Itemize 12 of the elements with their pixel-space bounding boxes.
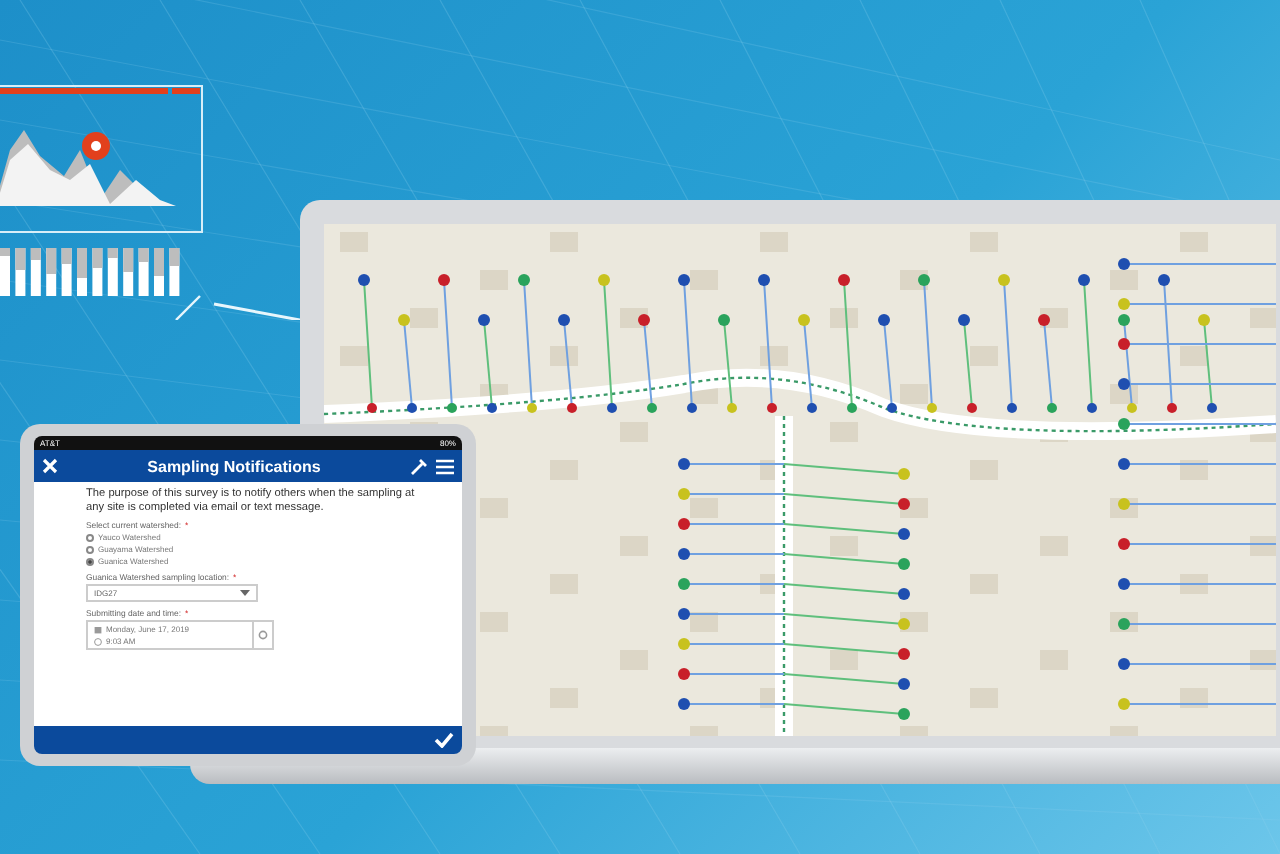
- tools-icon[interactable]: [410, 457, 428, 475]
- menu-icon[interactable]: [436, 457, 454, 475]
- settings-button[interactable]: [254, 620, 274, 651]
- check-icon[interactable]: [434, 732, 454, 748]
- calendar-icon: [94, 625, 102, 634]
- app-title: Sampling Notifications: [145, 457, 323, 475]
- close-icon[interactable]: [42, 458, 58, 474]
- radio-button[interactable]: [86, 545, 94, 554]
- caret-icon[interactable]: [240, 590, 250, 597]
- radio-button[interactable]: [86, 557, 94, 566]
- radio-button[interactable]: [86, 533, 94, 542]
- clock-icon: [94, 637, 102, 646]
